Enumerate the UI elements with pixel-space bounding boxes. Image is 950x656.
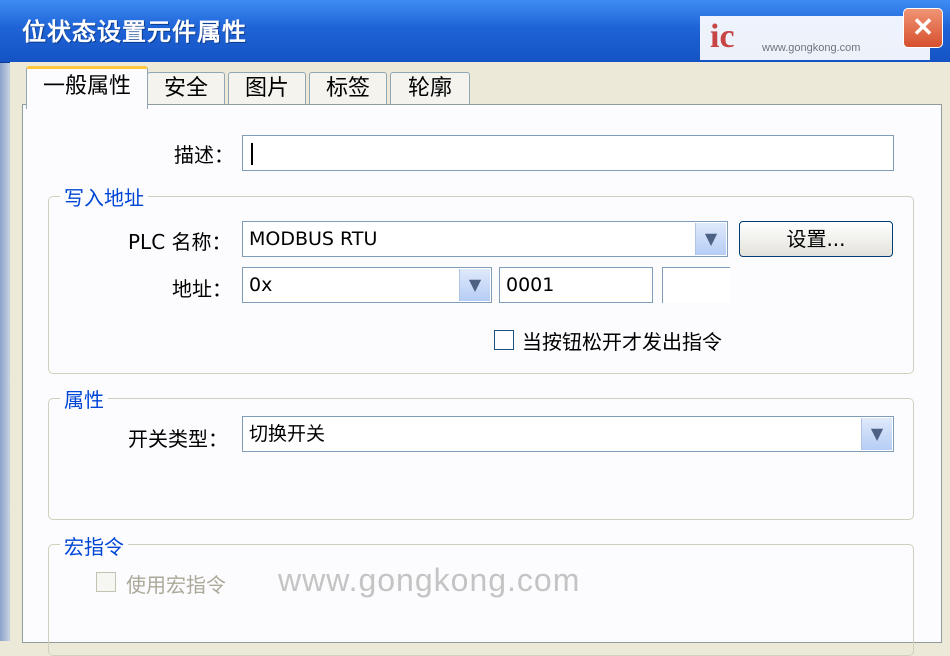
tab-picture[interactable]: 图片 [228,72,306,105]
switch-type-select[interactable]: 切换开关 ▼ [242,416,894,452]
address-value: 0001 [506,274,555,296]
macro-group [48,544,914,656]
settings-button[interactable]: 设置... [739,221,893,257]
release-trigger-checkbox[interactable] [494,330,514,350]
switch-type-label: 开关类型： [128,427,228,451]
tab-outline[interactable]: 轮廓 [390,72,470,105]
window-title: 位状态设置元件属性 [22,18,247,46]
title-bar[interactable]: 位状态设置元件属性 ic www.gongkong.com ✕ [0,0,950,63]
macro-legend: 宏指令 [60,531,128,560]
site-logo: ic www.gongkong.com [700,16,930,60]
logo-mark: ic [710,18,735,55]
address-extra-input[interactable] [662,267,730,303]
use-macro-label: 使用宏指令 [126,573,226,597]
tab-security[interactable]: 安全 [147,72,225,105]
description-input[interactable] [242,135,894,171]
chevron-down-icon[interactable]: ▼ [861,418,892,450]
address-type-value: 0x [249,274,273,296]
address-input[interactable]: 0001 [499,267,653,303]
use-macro-checkbox[interactable] [96,572,116,592]
chevron-down-icon[interactable]: ▼ [695,223,726,255]
address-type-select[interactable]: 0x ▼ [242,267,492,303]
address-label: 地址： [172,277,232,301]
plc-name-value: MODBUS RTU [249,228,378,250]
plc-name-select[interactable]: MODBUS RTU ▼ [242,221,728,257]
write-address-legend: 写入地址 [60,182,148,211]
properties-legend: 属性 [60,384,108,413]
release-trigger-label: 当按钮松开才发出指令 [522,330,722,354]
switch-type-value: 切换开关 [249,423,326,445]
background-window-edge [0,0,10,641]
text-caret [251,143,253,165]
logo-url: www.gongkong.com [762,42,861,54]
plc-name-label: PLC 名称： [128,230,232,254]
close-icon[interactable]: ✕ [903,8,943,48]
description-label: 描述： [174,143,234,167]
chevron-down-icon[interactable]: ▼ [459,269,490,301]
tab-label[interactable]: 标签 [309,72,387,105]
tab-general[interactable]: 一般属性 [26,66,148,109]
watermark: www.gongkong.com [278,562,581,598]
